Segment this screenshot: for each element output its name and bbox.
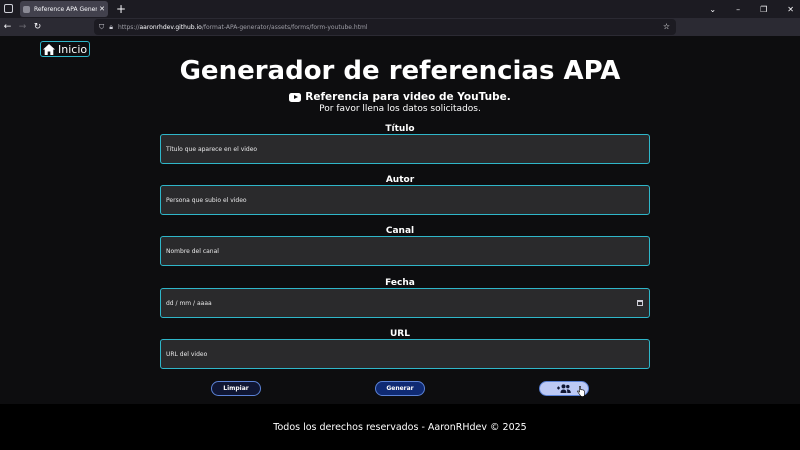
footer-text: Todos los derechos reservados - AaronRHd…	[273, 421, 527, 433]
generate-button[interactable]: Generar	[375, 381, 425, 396]
subtitle-text: Referencia para video de YouTube.	[305, 91, 511, 103]
url-text[interactable]: https://aaronrhdev.github.io/format-APA-…	[118, 24, 368, 31]
title-input[interactable]: Título que aparece en el video	[160, 134, 650, 164]
page-subtitle: Referencia para video de YouTube.	[0, 91, 800, 103]
home-button[interactable]: Inicio	[40, 41, 91, 57]
lock-icon[interactable]: 🔒︎	[109, 23, 113, 32]
sidebar-icon[interactable]	[4, 4, 13, 13]
title-placeholder: Título que aparece en el video	[166, 145, 258, 153]
author-input[interactable]: Persona que subio el video	[160, 185, 650, 215]
window-controls: ⌄ – ❐ ✕	[709, 0, 794, 18]
channel-label: Canal	[385, 226, 415, 236]
back-icon[interactable]: ←	[0, 22, 15, 32]
home-icon	[43, 43, 55, 55]
nav-bar: ← → ↻ ⛉ 🔒︎ https://aaronrhdev.github.io/…	[0, 18, 800, 50]
add-user-icon	[557, 384, 571, 393]
youtube-icon	[289, 92, 302, 102]
tab-close-icon[interactable]: ✕	[99, 5, 105, 13]
author-placeholder: Persona que subio el video	[166, 196, 247, 204]
page-title: Generador de referencias APA	[179, 56, 621, 86]
channel-placeholder: Nombre del canal	[166, 247, 219, 255]
new-tab-button[interactable]: +	[116, 1, 126, 17]
bookmark-star-icon[interactable]: ☆	[663, 22, 670, 31]
channel-input[interactable]: Nombre del canal	[160, 236, 650, 266]
shield-icon[interactable]: ⛉	[99, 23, 104, 32]
title-label: Título	[385, 124, 415, 134]
minimize-button[interactable]: –	[736, 5, 740, 14]
tab-list-dropdown-icon[interactable]: ⌄	[709, 5, 716, 14]
calendar-icon[interactable]	[637, 300, 643, 306]
clear-button[interactable]: Limpiar	[211, 381, 261, 396]
url-bar[interactable]: ⛉ 🔒︎ https://aaronrhdev.github.io/format…	[94, 19, 676, 35]
footer: Todos los derechos reservados - AaronRHd…	[0, 404, 800, 450]
tab-bar: Reference APA Generator - You ✕ + ⌄ – ❐ …	[0, 0, 800, 18]
maximize-button[interactable]: ❐	[760, 5, 767, 14]
url-placeholder: URL del video	[166, 350, 208, 358]
forward-icon[interactable]: →	[15, 22, 30, 32]
date-input[interactable]: dd / mm / aaaa	[160, 288, 650, 318]
home-label: Inicio	[58, 42, 88, 56]
author-label: Autor	[385, 175, 415, 185]
tab-favicon-icon	[23, 5, 30, 13]
mouse-cursor-icon	[577, 386, 585, 397]
date-placeholder: dd / mm / aaaa	[166, 299, 212, 307]
instructions: Por favor llena los datos solicitados.	[319, 104, 481, 114]
browser-tab[interactable]: Reference APA Generator - You ✕	[20, 1, 108, 17]
url-input[interactable]: URL del video	[160, 339, 650, 369]
tab-title: Reference APA Generator - You	[34, 5, 97, 13]
reload-icon[interactable]: ↻	[30, 22, 45, 32]
url-label: URL	[390, 329, 410, 339]
date-label: Fecha	[385, 278, 415, 288]
page-content: Inicio Generador de referencias APA Refe…	[0, 36, 800, 404]
close-window-button[interactable]: ✕	[787, 5, 794, 14]
